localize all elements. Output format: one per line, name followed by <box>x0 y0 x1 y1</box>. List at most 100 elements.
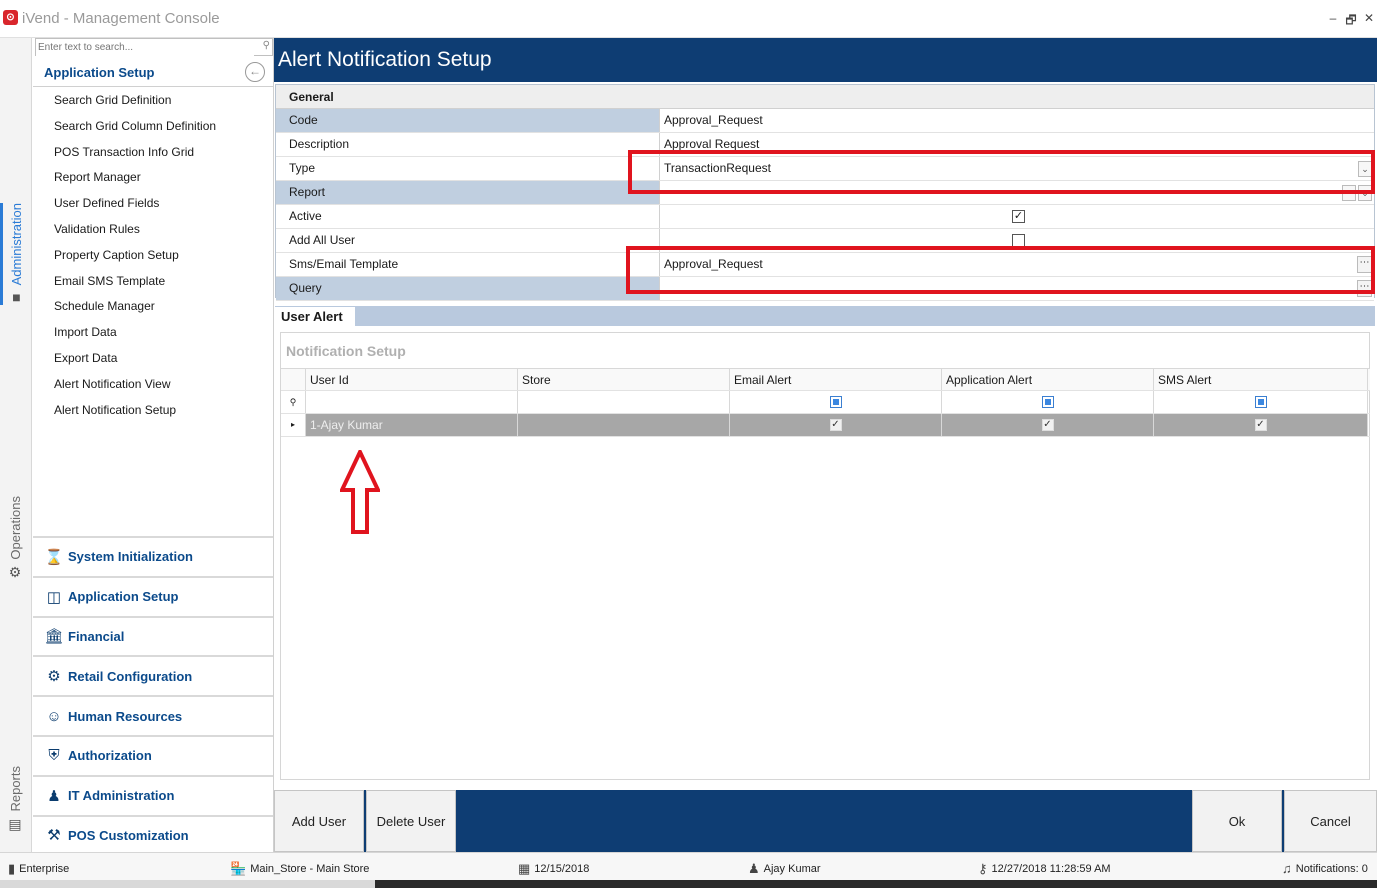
bank-icon: 🏛 <box>44 628 64 646</box>
chevron-down-icon[interactable]: ⌄ <box>1358 185 1372 201</box>
filter-application-checkbox[interactable] <box>1041 396 1054 408</box>
table-row[interactable]: ▸ 1-Ajay Kumar ✓ ✓ ✓ <box>281 414 1370 437</box>
column-header-email-alert[interactable]: Email Alert <box>730 369 942 390</box>
cell-sms-alert[interactable]: ✓ <box>1154 414 1368 436</box>
nav-item-search-grid-definition[interactable]: Search Grid Definition <box>33 88 273 114</box>
nav-item-schedule-manager[interactable]: Schedule Manager <box>33 294 273 320</box>
nav-item-email-sms-template[interactable]: Email SMS Template <box>33 269 273 295</box>
column-header-sms-alert[interactable]: SMS Alert <box>1154 369 1368 390</box>
module-system-initialization[interactable]: ⌛ System Initialization <box>33 536 273 576</box>
nav-item-validation-rules[interactable]: Validation Rules <box>33 217 273 243</box>
cell-email-alert[interactable]: ✓ <box>730 414 942 436</box>
form-row-type: Type TransactionRequest ⌄ <box>276 157 1374 181</box>
module-application-setup[interactable]: ◫ Application Setup <box>33 575 273 616</box>
type-dropdown[interactable]: TransactionRequest ⌄ <box>660 157 1374 180</box>
navigation-panel: ⚲ Application Setup ← Search Grid Defini… <box>33 38 274 852</box>
status-bar: ▮ Enterprise 🏪 Main_Store - Main Store ▦… <box>0 852 1377 880</box>
report-field[interactable]: ⌄ <box>660 181 1374 204</box>
ellipsis-icon[interactable]: ⋯ <box>1357 256 1372 273</box>
application-alert-checkbox[interactable]: ✓ <box>1041 419 1054 431</box>
code-field[interactable]: Approval_Request <box>660 109 1374 132</box>
sms-email-template-field[interactable]: Approval_Request ⋯ <box>660 253 1374 276</box>
filter-sms-checkbox[interactable] <box>1254 396 1267 408</box>
user-icon: ♟ <box>748 861 760 876</box>
restore-button[interactable]: 🗗 <box>1344 11 1358 32</box>
query-field[interactable]: ⋯ <box>660 277 1374 300</box>
form-row-report: Report ⌄ <box>276 181 1374 205</box>
filter-icon: ⚲ <box>281 391 306 413</box>
status-notifications[interactable]: ♫ Notifications: 0 <box>1282 861 1368 876</box>
filter-email-checkbox[interactable] <box>829 396 842 408</box>
tab-reports-label: Reports <box>7 766 23 812</box>
ok-button[interactable]: Ok <box>1192 790 1282 852</box>
tab-operations-label: Operations <box>7 496 23 560</box>
users-icon: ☺ <box>46 707 62 725</box>
pos-icon: ⚒ <box>47 827 61 845</box>
nav-item-import-data[interactable]: Import Data <box>33 320 273 346</box>
form-row-active: Active ✓ <box>276 205 1374 229</box>
back-arrow-icon[interactable]: ← <box>245 62 265 82</box>
nav-item-pos-transaction-info-grid[interactable]: POS Transaction Info Grid <box>33 140 273 166</box>
delete-user-button[interactable]: Delete User <box>366 790 456 852</box>
nav-heading-label: Application Setup <box>44 65 155 80</box>
module-financial[interactable]: 🏛 Financial <box>33 615 273 656</box>
search-input[interactable] <box>36 39 254 56</box>
form-section-general: General <box>276 85 1374 109</box>
active-checkbox[interactable]: ✓ <box>1012 210 1025 223</box>
sms-alert-checkbox[interactable]: ✓ <box>1254 419 1267 431</box>
status-login-time-label: 12/27/2018 11:28:59 AM <box>991 863 1111 875</box>
module-human-resources[interactable]: ☺ Human Resources <box>33 695 273 735</box>
administration-icon: ■ <box>12 289 21 306</box>
module-it-administration[interactable]: ♟ IT Administration <box>33 774 273 815</box>
add-all-user-checkbox[interactable] <box>1012 234 1025 247</box>
module-label: System Initialization <box>68 549 193 565</box>
user-icon: ♟ <box>47 787 61 805</box>
reports-icon: ▤ <box>8 815 22 832</box>
tab-user-alert[interactable]: User Alert <box>275 306 355 326</box>
email-alert-checkbox[interactable]: ✓ <box>829 419 842 431</box>
module-pos-customization[interactable]: ⚒ POS Customization <box>33 814 273 855</box>
cell-user-id[interactable]: 1-Ajay Kumar <box>306 414 518 436</box>
store-icon: 🏪 <box>230 861 247 876</box>
column-header-application-alert[interactable]: Application Alert <box>942 369 1154 390</box>
filter-user-id[interactable] <box>306 391 518 413</box>
cancel-button[interactable]: Cancel <box>1284 790 1377 852</box>
nav-item-alert-notification-setup[interactable]: Alert Notification Setup <box>33 398 273 424</box>
nav-item-user-defined-fields[interactable]: User Defined Fields <box>33 191 273 217</box>
tab-operations[interactable]: Operations ⚙ <box>0 496 30 581</box>
add-user-button[interactable]: Add User <box>274 790 364 852</box>
status-date: ▦ 12/15/2018 <box>518 861 589 877</box>
tab-bar: User Alert <box>275 306 1375 326</box>
annotation-arrow-icon <box>340 450 380 534</box>
bell-icon: ♫ <box>1282 861 1292 876</box>
cell-application-alert[interactable]: ✓ <box>942 414 1154 436</box>
module-authorization[interactable]: ⛨ Authorization <box>33 734 273 775</box>
report-clear-icon[interactable] <box>1342 185 1356 201</box>
filter-application-alert[interactable] <box>942 391 1154 413</box>
filter-email-alert[interactable] <box>730 391 942 413</box>
minimize-button[interactable]: – <box>1326 11 1340 25</box>
column-header-user-id[interactable]: User Id <box>306 369 518 390</box>
column-header-store[interactable]: Store <box>518 369 730 390</box>
status-login-time: ⚷ 12/27/2018 11:28:59 AM <box>978 861 1111 877</box>
search-icon[interactable]: ⚲ <box>263 40 270 51</box>
close-button[interactable]: ✕ <box>1362 11 1376 25</box>
nav-item-report-manager[interactable]: Report Manager <box>33 165 273 191</box>
filter-store[interactable] <box>518 391 730 413</box>
gears-icon: ⚙ <box>47 668 61 686</box>
module-retail-configuration[interactable]: ⚙ Retail Configuration <box>33 655 273 695</box>
filter-sms-alert[interactable] <box>1154 391 1368 413</box>
ellipsis-icon[interactable]: ⋯ <box>1357 280 1372 297</box>
hourglass-icon: ⌛ <box>44 548 64 566</box>
status-store: 🏪 Main_Store - Main Store <box>230 861 369 877</box>
window-title: iVend - Management Console <box>22 10 220 27</box>
tab-reports[interactable]: Reports ▤ <box>0 766 30 833</box>
cell-store[interactable] <box>518 414 730 436</box>
chevron-down-icon[interactable]: ⌄ <box>1358 161 1372 177</box>
nav-item-property-caption-setup[interactable]: Property Caption Setup <box>33 243 273 269</box>
nav-item-export-data[interactable]: Export Data <box>33 346 273 372</box>
nav-item-alert-notification-view[interactable]: Alert Notification View <box>33 372 273 398</box>
description-field[interactable]: Approval Request <box>660 133 1374 156</box>
tab-administration[interactable]: Administration ■ <box>0 203 30 306</box>
nav-item-search-grid-column-definition[interactable]: Search Grid Column Definition <box>33 114 273 140</box>
